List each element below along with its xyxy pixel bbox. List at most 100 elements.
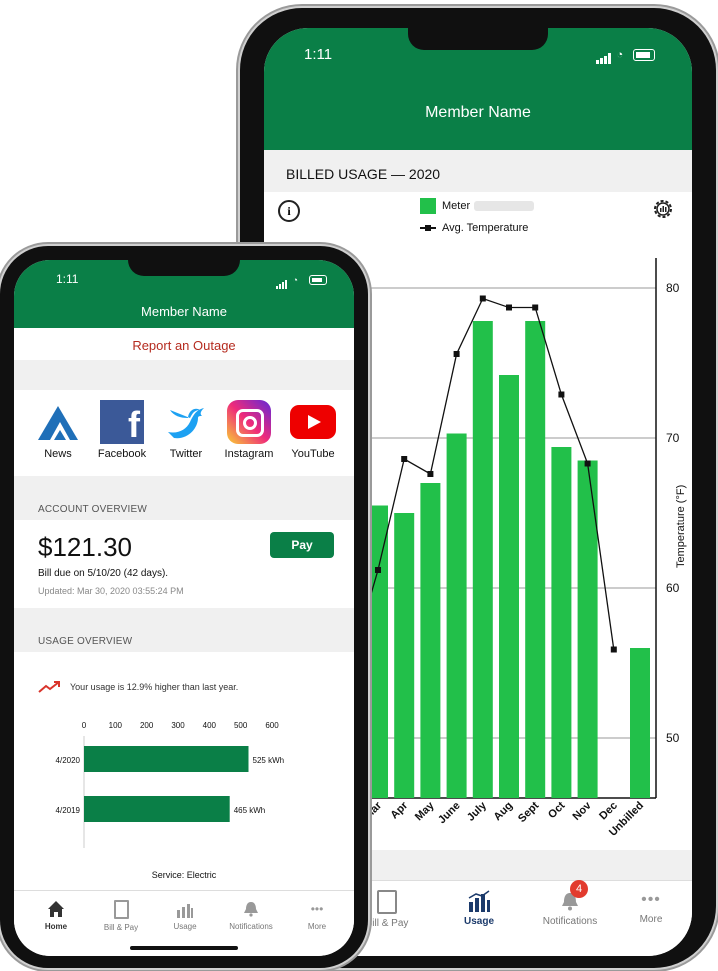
- usage-bar: [84, 796, 230, 822]
- social-facebook[interactable]: f Facebook: [92, 400, 152, 460]
- y2-tick-label: 50: [666, 731, 680, 745]
- x-tick-label: June: [436, 800, 463, 827]
- temperature-point: [453, 351, 460, 357]
- sep-1: [14, 360, 354, 390]
- y2-tick-label: 80: [666, 281, 680, 295]
- x-tick-label: July: [465, 799, 490, 824]
- usage-bar: [525, 321, 546, 798]
- front-phone-screen: 1:11 ◔ Member Name Report an Outage News…: [14, 260, 354, 956]
- social-facebook-label: Facebook: [97, 448, 147, 460]
- x-tick-label: Aug: [492, 800, 516, 824]
- value-label: 525 kWh: [253, 756, 285, 765]
- usage-bar: [551, 447, 572, 798]
- bell-icon: [244, 902, 258, 917]
- usage-comparison-chart: 0 100 200 300 400 500 600 4/2020 525 kWh 4/2019 46…: [56, 721, 285, 848]
- account-overview-title: ACCOUNT OVERVIEW: [38, 504, 147, 515]
- back-tab-notifications[interactable]: Notifications: [522, 890, 618, 927]
- back-status-time: 1:11: [304, 46, 333, 63]
- category-label: 4/2020: [56, 756, 81, 765]
- social-youtube[interactable]: YouTube: [282, 400, 344, 460]
- back-tab-usage-label: Usage: [463, 916, 494, 927]
- social-instagram[interactable]: Instagram: [218, 400, 280, 460]
- temperature-point: [479, 295, 486, 302]
- back-tab-usage[interactable]: Usage: [444, 890, 514, 927]
- front-tab-more[interactable]: ••• More: [294, 900, 340, 931]
- social-news[interactable]: News: [28, 400, 88, 460]
- info-icon[interactable]: i: [278, 200, 300, 222]
- updated-text: Updated: Mar 30, 2020 03:55:24 PM: [38, 586, 184, 596]
- trend-up-icon: [38, 680, 62, 699]
- x-tick-label: 200: [140, 721, 154, 730]
- front-tab-home-label: Home: [44, 922, 68, 931]
- back-status-icons: ◔: [596, 46, 676, 64]
- bill-icon: [377, 890, 397, 914]
- home-indicator: [130, 946, 238, 950]
- usage-chart-icon: [467, 890, 491, 912]
- service-label: Service: Electric: [151, 870, 217, 880]
- temperature-point: [506, 304, 512, 311]
- y2-tick-label: 70: [666, 431, 680, 445]
- legend-temp-label: Avg. Temperature: [442, 222, 529, 234]
- usage-chart-icon: [177, 904, 193, 918]
- twitter-icon: [168, 408, 204, 439]
- report-outage-link[interactable]: Report an Outage: [14, 338, 354, 353]
- back-tab-notifications-label: Notifications: [542, 916, 598, 927]
- x-tick-label: Nov: [571, 799, 595, 823]
- usage-bar: [394, 513, 415, 798]
- front-status-icons: ◔: [276, 271, 346, 289]
- account-amount: $121.30: [38, 532, 132, 562]
- more-dots-icon: •••: [641, 891, 661, 908]
- instagram-icon: [227, 400, 271, 444]
- x-tick-label: 400: [203, 721, 217, 730]
- x-tick-label: 0: [82, 721, 87, 730]
- usage-message: Your usage is 12.9% higher than last yea…: [70, 682, 239, 692]
- front-status-time: 1:11: [56, 272, 79, 286]
- x-tick-label: 500: [234, 721, 248, 730]
- pay-button[interactable]: Pay: [270, 532, 334, 558]
- category-label: 4/2019: [56, 806, 81, 815]
- home-icon: [48, 901, 64, 917]
- chart-settings-icon[interactable]: [652, 198, 674, 220]
- back-tab-bill-pay-label: Bill & Pay: [365, 918, 409, 929]
- back-phone-notch: [408, 28, 548, 50]
- social-news-label: News: [44, 448, 72, 460]
- temperature-point: [610, 646, 617, 653]
- social-twitter[interactable]: Twitter: [156, 400, 216, 460]
- battery-icon: [308, 274, 327, 285]
- legend-meter-label: Meter: [442, 200, 471, 212]
- wifi-icon: ◔: [292, 274, 298, 285]
- back-header-title: Member Name: [425, 104, 531, 121]
- temperature-point: [375, 567, 381, 573]
- x-tick-label: 300: [171, 721, 185, 730]
- usage-bar: [420, 483, 441, 798]
- x-tick-label: 100: [109, 721, 123, 730]
- x-tick-label: May: [413, 799, 437, 823]
- front-tab-usage[interactable]: Usage: [160, 900, 210, 931]
- facebook-icon: f: [100, 400, 144, 445]
- front-phone: 1:11 ◔ Member Name Report an Outage News…: [0, 246, 368, 968]
- front-tab-notifications[interactable]: Notifications: [218, 900, 284, 931]
- temperature-point: [427, 471, 434, 477]
- bill-icon: [113, 900, 129, 919]
- temperature-point: [558, 391, 565, 398]
- usage-bar: [446, 433, 467, 798]
- social-instagram-label: Instagram: [224, 448, 274, 460]
- back-tab-more[interactable]: ••• More: [624, 890, 678, 925]
- usage-bar: [499, 375, 519, 798]
- front-tab-usage-label: Usage: [173, 922, 197, 931]
- front-phone-notch: [128, 260, 240, 276]
- front-tab-notifications-label: Notifications: [229, 922, 273, 931]
- front-tab-bill-pay[interactable]: Bill & Pay: [94, 900, 148, 932]
- x-tick-label: Sept: [516, 799, 542, 825]
- social-youtube-label: YouTube: [291, 448, 335, 460]
- x-tick-label: Oct: [546, 799, 568, 821]
- x-tick-label: 600: [265, 721, 279, 730]
- back-tab-more-label: More: [639, 914, 663, 925]
- temperature-point: [584, 460, 591, 467]
- x-tick-label: Apr: [388, 799, 410, 821]
- y2-tick-label: 60: [666, 581, 680, 595]
- youtube-icon: [290, 405, 336, 439]
- notifications-badge: 4: [570, 880, 588, 898]
- more-dots-icon: •••: [310, 902, 324, 916]
- front-tab-home[interactable]: Home: [30, 900, 82, 931]
